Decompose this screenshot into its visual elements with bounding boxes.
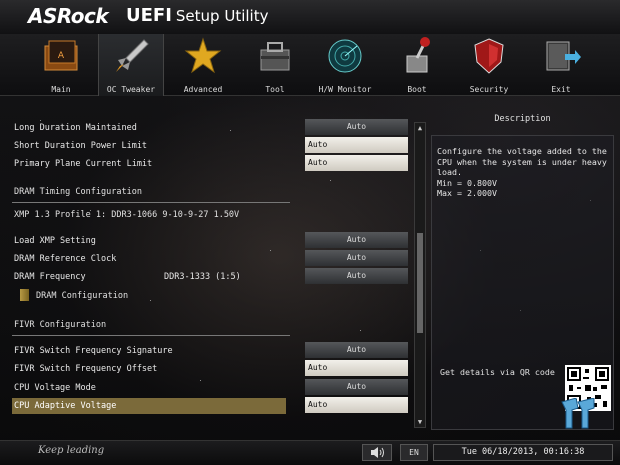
setting-label: Short Duration Power Limit <box>14 141 148 151</box>
description-title: Description <box>494 114 551 124</box>
setting-cpu-voltage-mode[interactable]: CPU Voltage Mode Auto <box>0 379 412 397</box>
description-max: Max = 2.000V <box>437 188 497 198</box>
setting-value[interactable]: Auto <box>305 342 408 358</box>
setting-input[interactable]: Auto <box>305 397 408 413</box>
scroll-up-icon[interactable]: ▲ <box>416 124 424 132</box>
setting-value[interactable]: Auto <box>305 119 408 135</box>
tab-main-label: Main <box>51 85 71 94</box>
uefi-label: UEFI <box>126 5 172 26</box>
tab-boot[interactable]: Boot <box>384 34 450 96</box>
description-line: Configure the voltage added to the CPU w… <box>437 146 607 177</box>
settings-scrollbar[interactable]: ▲ ▼ <box>414 122 426 428</box>
tab-advanced-label: Advanced <box>183 85 223 94</box>
setting-label: FIVR Switch Frequency Signature <box>14 346 173 356</box>
setting-fivr-switch-frequency-signature[interactable]: FIVR Switch Frequency Signature Auto <box>0 342 412 360</box>
settings-list: Long Duration Maintained Auto Short Dura… <box>0 112 412 430</box>
boot-lever-icon <box>406 37 430 73</box>
tagline: Keep leading <box>38 445 105 456</box>
setting-value[interactable]: Auto <box>305 250 408 266</box>
mascot-logo-icon <box>561 398 595 429</box>
setting-value[interactable]: Auto <box>305 268 408 284</box>
setting-input[interactable]: Auto <box>305 137 408 153</box>
radar-icon <box>328 39 362 73</box>
asrock-logo: ASRock <box>28 4 109 28</box>
tab-hw-monitor-label: H/W Monitor <box>318 85 372 94</box>
tab-boot-label: Boot <box>407 85 427 94</box>
setting-input[interactable]: Auto <box>305 155 408 171</box>
setting-value[interactable]: Auto <box>305 232 408 248</box>
section-divider <box>12 335 290 336</box>
xmp-profile-info: XMP 1.3 Profile 1: DDR3-1066 9-10-9-27 1… <box>14 210 240 220</box>
setting-label: DRAM Reference Clock <box>14 254 117 264</box>
sound-toggle[interactable] <box>362 444 392 461</box>
datetime-display: Tue 06/18/2013, 00:16:38 <box>433 444 613 461</box>
submenu-dram-configuration[interactable]: DRAM Configuration <box>36 291 128 301</box>
setting-label: CPU Adaptive Voltage <box>14 401 117 411</box>
folder-icon <box>20 289 29 301</box>
setting-current-value: DDR3-1333 (1:5) <box>164 272 241 282</box>
tab-advanced[interactable]: Advanced <box>170 34 236 96</box>
setting-dram-frequency[interactable]: DRAM Frequency DDR3-1333 (1:5) Auto <box>0 268 412 286</box>
scroll-down-icon[interactable]: ▼ <box>416 418 424 426</box>
star-icon <box>184 37 222 74</box>
shield-icon <box>474 38 504 74</box>
setting-label: FIVR Switch Frequency Offset <box>14 364 158 374</box>
section-fivr: FIVR Configuration <box>14 320 107 330</box>
setting-label: DRAM Frequency <box>14 272 86 282</box>
tab-tool-label: Tool <box>265 85 285 94</box>
title-bar: ASRock UEFI Setup Utility <box>0 0 620 34</box>
tab-main[interactable]: A Main <box>28 34 94 96</box>
exit-door-icon <box>546 41 581 71</box>
qr-label: Get details via QR code <box>440 367 555 377</box>
setting-load-xmp[interactable]: Load XMP Setting Auto <box>0 232 412 250</box>
scroll-thumb[interactable] <box>417 233 423 333</box>
tab-oc-tweaker-label: OC Tweaker <box>106 85 156 94</box>
section-divider <box>12 202 290 203</box>
setup-utility-label: Setup Utility <box>175 7 269 25</box>
setting-label: Load XMP Setting <box>14 236 96 246</box>
setting-input[interactable]: Auto <box>305 360 408 376</box>
tab-security-label: Security <box>469 85 509 94</box>
main-folder-icon: A <box>44 40 78 71</box>
setting-long-duration-maintained[interactable]: Long Duration Maintained Auto <box>0 119 412 137</box>
main-nav: A Main OC Tweaker Advanced Tool H/W Moni… <box>0 34 620 96</box>
section-dram-timing: DRAM Timing Configuration <box>14 187 142 197</box>
setting-short-duration-power-limit[interactable]: Short Duration Power Limit Auto <box>0 137 412 155</box>
svg-text:A: A <box>58 51 65 61</box>
toolbox-icon <box>260 42 290 71</box>
language-button[interactable]: EN <box>400 444 428 461</box>
setting-value[interactable]: Auto <box>305 379 408 395</box>
tab-security[interactable]: Security <box>456 34 522 96</box>
tab-exit-label: Exit <box>551 85 571 94</box>
speaker-icon <box>371 447 384 458</box>
setting-label: Long Duration Maintained <box>14 123 137 133</box>
setting-cpu-adaptive-voltage[interactable]: CPU Adaptive Voltage Auto <box>0 397 412 415</box>
setting-label: Primary Plane Current Limit <box>14 159 153 169</box>
description-text: Configure the voltage added to the CPU w… <box>437 146 609 199</box>
tab-exit[interactable]: Exit <box>528 34 594 96</box>
uefi-title: UEFI Setup Utility <box>126 5 268 26</box>
setting-dram-reference-clock[interactable]: DRAM Reference Clock Auto <box>0 250 412 268</box>
rocket-icon <box>116 39 149 72</box>
tab-oc-tweaker[interactable]: OC Tweaker <box>98 34 164 96</box>
tab-tool[interactable]: Tool <box>242 34 308 96</box>
description-min: Min = 0.800V <box>437 177 497 188</box>
setting-fivr-switch-frequency-offset[interactable]: FIVR Switch Frequency Offset Auto <box>0 360 412 378</box>
setting-primary-plane-current-limit[interactable]: Primary Plane Current Limit Auto <box>0 155 412 173</box>
tab-hw-monitor[interactable]: H/W Monitor <box>312 34 378 96</box>
setting-label: CPU Voltage Mode <box>14 383 96 393</box>
